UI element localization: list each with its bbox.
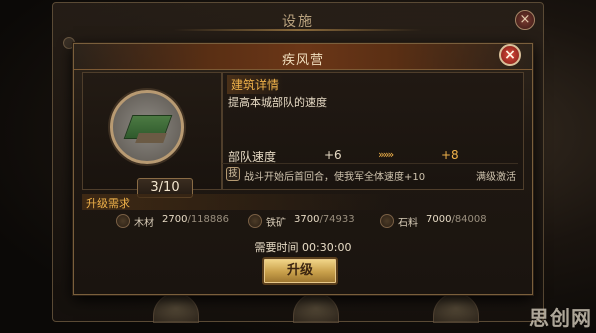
skill-icon: 技 — [226, 167, 240, 181]
stat-next-value: +8 — [441, 148, 459, 162]
stone-icon — [380, 214, 394, 228]
building-detail-popup: 疾风营 × 3/10 建筑详情 提高本城部队的速度 部队速度 +6 »»» +8… — [73, 43, 533, 295]
facility-close-button[interactable]: × — [515, 10, 535, 30]
resource-name: 石料 — [398, 218, 418, 229]
facility-building-icons — [153, 293, 483, 323]
time-label: 需要时间 — [254, 241, 299, 254]
upgrade-time: 需要时间 00:30:00 — [74, 239, 532, 255]
chevron-right-icon: »»» — [378, 148, 394, 161]
popup-header: 疾风营 — [74, 44, 532, 70]
effect-description: 战斗开始后首回合，使我军全体速度+10 — [244, 172, 426, 183]
details-description: 提高本城部队的速度 — [228, 96, 327, 109]
building-icon[interactable] — [293, 293, 339, 323]
effect-status: 满级激活 — [476, 172, 516, 183]
upgrade-button[interactable]: 升级 — [262, 257, 338, 285]
requirements-heading-bar: 升级需求 — [82, 194, 524, 210]
popup-close-button[interactable]: × — [499, 44, 521, 66]
building-portrait-panel: 3/10 — [82, 72, 222, 198]
resource-amount: 2700/118886 — [162, 214, 229, 225]
time-value: 00:30:00 — [302, 241, 352, 254]
resource-amount: 7000/84008 — [426, 214, 487, 225]
iron-icon — [248, 214, 262, 228]
watermark: 思创网 — [529, 306, 592, 330]
effect-row: 技 战斗开始后首回合，使我军全体速度+10 满级激活 — [222, 163, 518, 185]
building-icon[interactable] — [433, 293, 479, 323]
resource-name: 铁矿 — [266, 218, 286, 229]
requirements-list: 木材 2700/118886 铁矿 3700/74933 石料 7000/840… — [74, 210, 534, 232]
resource-amount: 3700/74933 — [294, 214, 355, 225]
building-icon[interactable] — [153, 293, 199, 323]
resource-name: 木材 — [134, 218, 154, 229]
wood-icon — [116, 214, 130, 228]
title-divider — [173, 29, 423, 31]
building-base — [135, 133, 167, 143]
building-portrait — [110, 90, 184, 164]
details-heading: 建筑详情 — [227, 75, 284, 94]
requirements-heading: 升级需求 — [86, 197, 130, 210]
popup-title: 疾风营 — [281, 53, 324, 68]
stat-current-value: +6 — [324, 148, 342, 162]
facility-window-title: 设施 — [282, 14, 314, 30]
